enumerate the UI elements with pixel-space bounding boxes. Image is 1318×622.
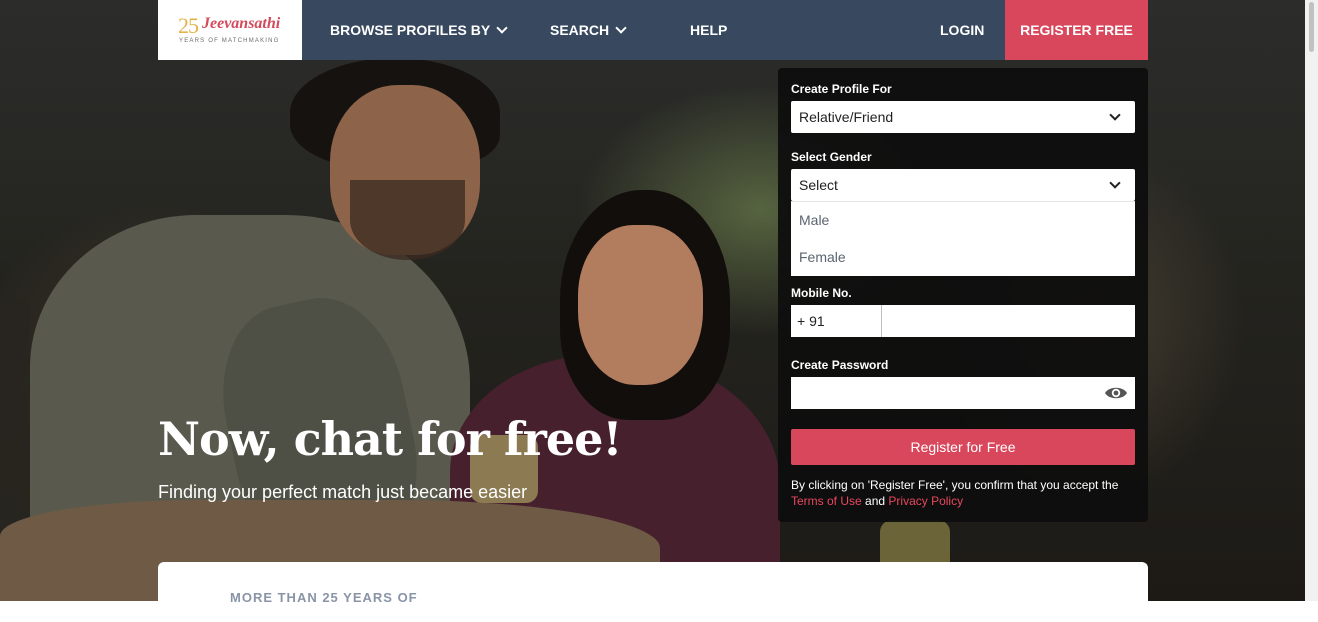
nav-browse-profiles[interactable]: BROWSE PROFILES BY xyxy=(330,0,508,60)
registration-form: Create Profile For Relative/Friend Selec… xyxy=(778,68,1148,522)
top-navigation: 25 Jeevansathi YEARS OF MATCHMAKING BROW… xyxy=(158,0,1148,60)
register-free-button[interactable]: REGISTER FREE xyxy=(1005,0,1148,60)
country-code: + 91 xyxy=(797,313,825,329)
privacy-policy-link[interactable]: Privacy Policy xyxy=(888,494,963,508)
profile-for-label: Create Profile For xyxy=(791,82,892,96)
card-heading: MORE THAN 25 YEARS OF xyxy=(230,590,418,605)
login-link[interactable]: LOGIN xyxy=(940,0,984,60)
gender-value: Select xyxy=(799,177,838,193)
logo-number: 25 xyxy=(178,13,199,38)
gender-dropdown-menu: Male Female xyxy=(791,201,1135,276)
logo-tagline: YEARS OF MATCHMAKING xyxy=(179,38,280,44)
terms-text: By clicking on 'Register Free', you conf… xyxy=(791,477,1135,509)
scrollbar-thumb[interactable] xyxy=(1309,2,1314,52)
register-free-label: REGISTER FREE xyxy=(1020,22,1133,38)
eye-icon[interactable] xyxy=(1104,385,1128,401)
chevron-down-icon xyxy=(496,22,508,34)
register-for-free-button[interactable]: Register for Free xyxy=(791,429,1135,465)
nav-help-label: HELP xyxy=(690,22,728,38)
chevron-down-icon xyxy=(1109,109,1121,121)
nav-browse-label: BROWSE PROFILES BY xyxy=(330,22,491,38)
scrollbar[interactable] xyxy=(1305,0,1318,601)
chevron-down-icon xyxy=(1109,177,1121,189)
nav-search[interactable]: SEARCH xyxy=(550,0,627,60)
nav-help[interactable]: HELP xyxy=(690,0,727,60)
terms-of-use-link[interactable]: Terms of Use xyxy=(791,494,862,508)
info-card: MORE THAN 25 YEARS OF xyxy=(158,562,1148,622)
logo[interactable]: 25 Jeevansathi YEARS OF MATCHMAKING xyxy=(158,0,302,60)
profile-for-select[interactable]: Relative/Friend xyxy=(791,101,1135,133)
hero-title: Now, chat for free! xyxy=(158,412,623,466)
gender-label: Select Gender xyxy=(791,150,872,164)
gender-option-male[interactable]: Male xyxy=(799,212,829,228)
logo-name: Jeevansathi xyxy=(202,15,281,32)
chevron-down-icon xyxy=(615,22,627,34)
gender-option-female[interactable]: Female xyxy=(799,249,846,265)
hero-subtitle: Finding your perfect match just became e… xyxy=(158,482,528,502)
country-code-field[interactable]: + 91 xyxy=(791,305,882,337)
profile-for-value: Relative/Friend xyxy=(799,109,894,125)
mobile-number-input[interactable] xyxy=(882,305,1135,337)
gender-select[interactable]: Select xyxy=(791,169,1135,201)
password-input[interactable] xyxy=(791,377,1135,409)
login-label: LOGIN xyxy=(940,22,985,38)
mobile-label: Mobile No. xyxy=(791,286,852,300)
nav-search-label: SEARCH xyxy=(550,22,610,38)
terms-and: and xyxy=(865,494,886,508)
terms-prefix: By clicking on 'Register Free', you conf… xyxy=(791,478,1119,492)
man-beard xyxy=(350,180,465,260)
password-label: Create Password xyxy=(791,358,889,372)
woman-face xyxy=(578,225,703,385)
